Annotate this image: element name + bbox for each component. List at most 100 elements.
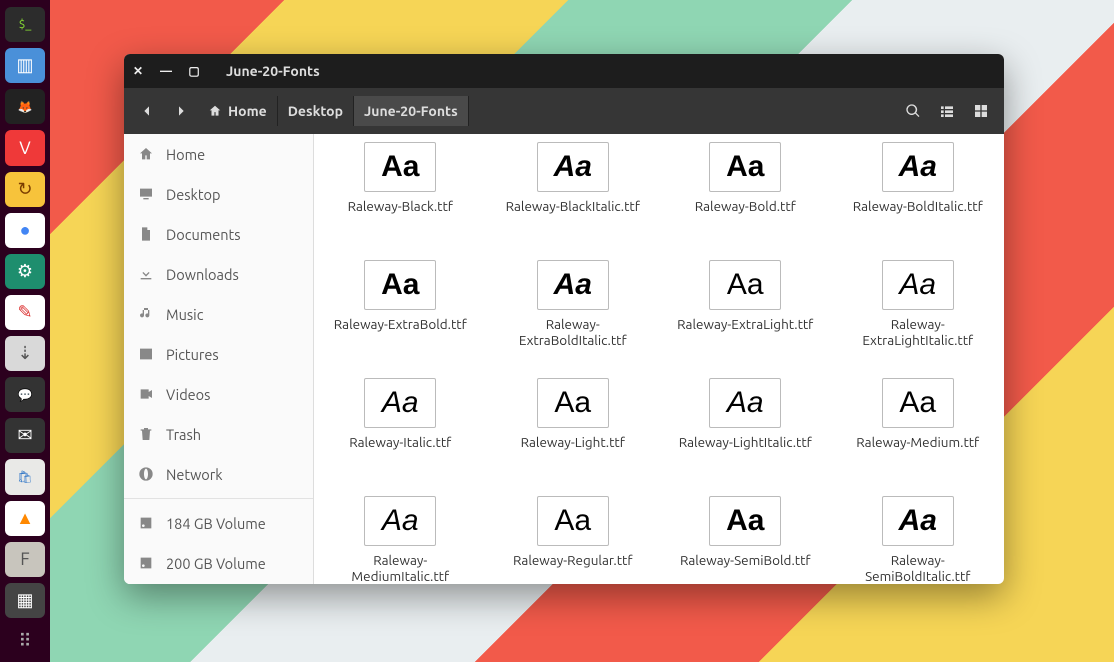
launcher-sync[interactable]: ↻ <box>5 172 45 207</box>
file-item[interactable]: AaRaleway-ExtraLightItalic.ttf <box>832 260 1005 378</box>
launcher-assistant[interactable]: ● <box>5 213 45 248</box>
sidebar-item-label: Documents <box>166 226 241 243</box>
sidebar-item-label: Music <box>166 306 203 323</box>
file-item[interactable]: AaRaleway-SemiBold.ttf <box>659 496 832 584</box>
launcher-dock: $_ ▥ 🦊 V ↻ ● ⚙ ✎ ⇣ 💬 ✉ 🛍 ▲ F ▦ ⠿ <box>0 0 50 662</box>
window-title: June-20-Fonts <box>226 63 320 79</box>
file-grid: Aa Raleway-Black.ttf Aa Raleway-BlackItalic… <box>314 134 1004 584</box>
launcher-usb[interactable]: ⇣ <box>5 336 45 371</box>
font-thumbnail: Aa <box>709 142 781 192</box>
launcher-notes[interactable]: ✎ <box>5 295 45 330</box>
launcher-vivaldi[interactable]: V <box>5 130 45 165</box>
file-name: Raleway-BoldItalic.ttf <box>853 198 983 214</box>
sidebar-item-label: Downloads <box>166 266 239 283</box>
forward-button[interactable] <box>164 96 198 126</box>
disk-icon <box>138 555 154 571</box>
sidebar-item-picture[interactable]: Pictures <box>124 334 313 374</box>
file-name: Raleway-ExtraBold.ttf <box>334 316 467 332</box>
file-item[interactable]: AaRaleway-Italic.ttf <box>314 378 487 496</box>
view-list-button[interactable] <box>930 96 964 126</box>
file-item[interactable]: Aa Raleway-LightItalic.ttf <box>659 378 832 496</box>
network-icon <box>138 466 154 482</box>
file-item[interactable]: AaRaleway-ExtraLight.ttf <box>659 260 832 378</box>
file-item[interactable]: AaRaleway-Light.ttf <box>487 378 660 496</box>
launcher-fonts[interactable]: F <box>5 542 45 577</box>
back-button[interactable] <box>130 96 164 126</box>
sidebar-item-music[interactable]: Music <box>124 294 313 334</box>
launcher-dev[interactable]: ⚙ <box>5 254 45 289</box>
launcher-vlc[interactable]: ▲ <box>5 501 45 536</box>
sidebar: Home Desktop Documents Downloads Music Pictur… <box>124 134 314 584</box>
sidebar-separator <box>124 498 313 499</box>
font-thumbnail: Aa <box>537 142 609 192</box>
sidebar-item-video[interactable]: Videos <box>124 374 313 414</box>
file-name: Raleway-SemiBoldItalic.ttf <box>843 552 993 584</box>
font-thumbnail: Aa <box>709 496 781 546</box>
file-name: Raleway-LightItalic.ttf <box>679 434 812 450</box>
launcher-chat[interactable]: 💬 <box>5 377 45 412</box>
launcher-apps[interactable]: ⠿ <box>5 624 45 659</box>
file-item[interactable]: AaRaleway-ExtraBoldItalic.ttf <box>487 260 660 378</box>
sidebar-item-disk[interactable]: 184 GB Volume <box>124 503 313 543</box>
sidebar-item-document[interactable]: Documents <box>124 214 313 254</box>
font-thumbnail: Aa <box>537 378 609 428</box>
document-icon <box>138 226 154 242</box>
font-thumbnail: Aa <box>364 142 436 192</box>
font-thumbnail: Aa <box>882 260 954 310</box>
file-name: Raleway-ExtraLight.ttf <box>677 316 813 332</box>
launcher-firefox[interactable]: 🦊 <box>5 89 45 124</box>
launcher-software[interactable]: 🛍 <box>5 459 45 494</box>
file-item[interactable]: Aa Raleway-ExtraBold.ttf <box>314 260 487 378</box>
sidebar-item-desktop[interactable]: Desktop <box>124 174 313 214</box>
file-item[interactable]: Aa Raleway-Black.ttf <box>314 142 487 260</box>
sidebar-item-label: Desktop <box>166 186 220 203</box>
launcher-files[interactable]: ▥ <box>5 48 45 83</box>
music-icon <box>138 306 154 322</box>
breadcrumb-home[interactable]: Home <box>198 96 278 126</box>
disk-icon <box>138 515 154 531</box>
file-name: Raleway-Black.ttf <box>348 198 453 214</box>
file-name: Raleway-Regular.ttf <box>513 552 633 568</box>
search-button[interactable] <box>896 96 930 126</box>
titlebar: ✕ — ▢ June-20-Fonts <box>124 54 1004 88</box>
font-thumbnail: Aa <box>364 496 436 546</box>
file-name: Raleway-Italic.ttf <box>349 434 451 450</box>
file-manager-window: ✕ — ▢ June-20-Fonts Home Desktop June-20-F… <box>124 54 1004 584</box>
file-item[interactable]: AaRaleway-SemiBoldItalic.ttf <box>832 496 1005 584</box>
home-icon <box>138 146 154 162</box>
font-thumbnail: Aa <box>709 378 781 428</box>
breadcrumb-june-20-fonts[interactable]: June-20-Fonts <box>354 96 469 126</box>
sidebar-item-trash[interactable]: Trash <box>124 414 313 454</box>
breadcrumb-label: Home <box>228 103 267 119</box>
file-name: Raleway-BlackItalic.ttf <box>506 198 640 214</box>
file-item[interactable]: Aa Raleway-BlackItalic.ttf <box>487 142 660 260</box>
file-item[interactable]: Aa Raleway-Regular.ttf <box>487 496 660 584</box>
font-thumbnail: Aa <box>882 378 954 428</box>
launcher-terminal[interactable]: $_ <box>5 7 45 42</box>
video-icon <box>138 386 154 402</box>
breadcrumb-label: Desktop <box>288 103 343 119</box>
sidebar-item-download[interactable]: Downloads <box>124 254 313 294</box>
file-item[interactable]: AaRaleway-Bold.ttf <box>659 142 832 260</box>
minimize-button[interactable]: — <box>152 65 180 78</box>
file-item[interactable]: AaRaleway-Medium.ttf <box>832 378 1005 496</box>
breadcrumb-label: June-20-Fonts <box>364 103 458 119</box>
font-thumbnail: Aa <box>537 496 609 546</box>
sidebar-item-disk[interactable]: 200 GB Volume <box>124 543 313 583</box>
view-grid-button[interactable] <box>964 96 998 126</box>
toolbar: Home Desktop June-20-Fonts <box>124 88 1004 134</box>
launcher-mail[interactable]: ✉ <box>5 418 45 453</box>
picture-icon <box>138 346 154 362</box>
breadcrumb-desktop[interactable]: Desktop <box>278 96 354 126</box>
font-thumbnail: Aa <box>364 260 436 310</box>
sidebar-item-label: Pictures <box>166 346 219 363</box>
sidebar-item-home[interactable]: Home <box>124 134 313 174</box>
sidebar-item-label: Home <box>166 146 205 163</box>
file-item[interactable]: AaRaleway-MediumItalic.ttf <box>314 496 487 584</box>
close-button[interactable]: ✕ <box>124 64 152 78</box>
maximize-button[interactable]: ▢ <box>180 64 208 78</box>
launcher-colors[interactable]: ▦ <box>5 583 45 618</box>
sidebar-item-network[interactable]: Network <box>124 454 313 494</box>
file-item[interactable]: AaRaleway-BoldItalic.ttf <box>832 142 1005 260</box>
file-name: Raleway-ExtraBoldItalic.ttf <box>498 316 648 348</box>
